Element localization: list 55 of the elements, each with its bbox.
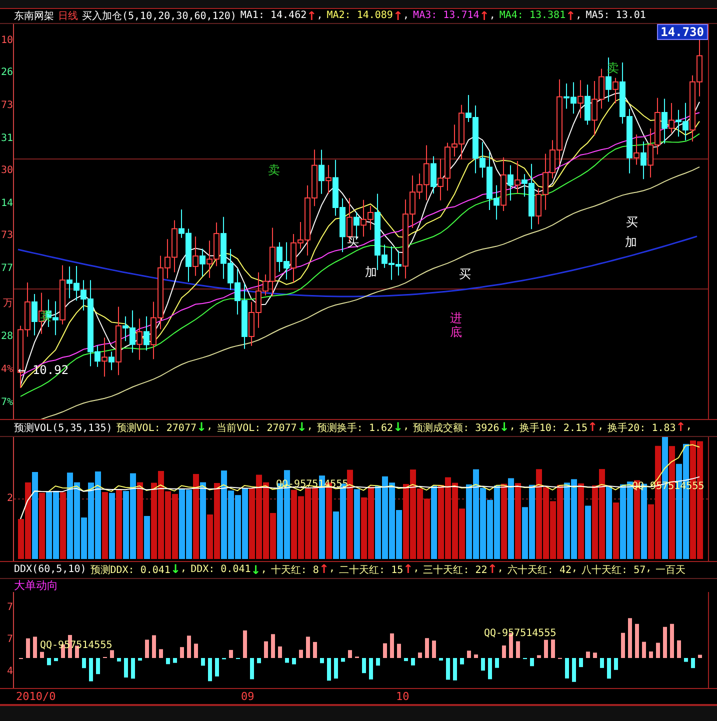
price-axis-label: 7% (0, 396, 13, 408)
stock-name: 东南网架 (14, 10, 54, 23)
indicator-name: 买入加仓(5,10,20,30,60,120) (82, 10, 236, 23)
signal-label: 底 (450, 324, 462, 339)
ddx-axis-label: 4 (6, 666, 13, 678)
ma-value: MA1: 14.462↑, (240, 10, 323, 22)
ma-value: MA4: 13.381↑, (499, 10, 582, 22)
price-axis-label: 31 (0, 132, 13, 144)
price-axis-label: 万 (3, 296, 13, 310)
indicator-value: 换手10: 2.15↑, (519, 420, 604, 435)
signal-label: 买 (347, 234, 359, 249)
indicator-value: 六十天红: 42, (507, 562, 578, 577)
price-axis-label: 4% (0, 364, 13, 376)
price-axis-label: 28 (0, 331, 13, 342)
signal-label: 进 (450, 310, 462, 325)
indicator-value: 三十天红: 22↑, (423, 562, 504, 577)
indicator-value: 二十天红: 15↑, (339, 562, 420, 577)
indicator-value: 十天红: 8↑, (270, 562, 336, 577)
signal-label: 加 (625, 234, 637, 249)
indicator-value: 换手20: 1.83↑, (608, 420, 692, 435)
indicator-value: DDX: 0.041↓, (190, 564, 267, 576)
ma-value: MA5: 13.01 (586, 10, 646, 22)
date-label: 2010/0 (16, 690, 57, 703)
signal-label: 卖 (40, 308, 52, 323)
price-axis-label: 77 (0, 263, 13, 274)
indicator-value: 预测VOL: 27077↓, (116, 420, 213, 435)
price-tag: 14.730 (656, 24, 708, 40)
signal-label: 买 (626, 214, 638, 229)
indicator-value: 一百天 (656, 564, 686, 577)
qq-label: QQ-957514555 (484, 628, 556, 639)
indicator-value: 八十天红: 57, (582, 562, 652, 577)
price-axis-label: 30 (0, 165, 13, 176)
price-axis-label: 14 (0, 198, 13, 209)
date-label: 10 (396, 690, 410, 703)
indicator-value: 预测成交额: 3926↓, (413, 420, 516, 435)
indicator-name: 预测VOL(5,35,135) (14, 422, 112, 435)
price-axis-label: 10 (0, 34, 13, 46)
indicator-value: 当前VOL: 27077↓, (216, 420, 313, 435)
date-label: 09 (241, 690, 256, 703)
signal-label: 加 (365, 264, 377, 279)
ddx-axis-label: 7 (6, 602, 13, 614)
volume-axis-label: 2 (6, 493, 13, 504)
price-axis-label: 73 (0, 230, 13, 242)
signal-label: 卖 (268, 162, 280, 177)
price-axis-label: 73 (0, 100, 13, 111)
period-label: 日线 (58, 10, 78, 23)
ddx-axis-label: 7 (6, 634, 13, 646)
indicator-value: 预测DDX: 0.041↓, (90, 562, 187, 577)
signal-label: 买 (459, 266, 471, 281)
indicator-subtitle: 大单动向 (14, 578, 58, 593)
ma-value: MA2: 14.089↑, (326, 10, 410, 22)
ma-value: MA3: 13.714↑, (413, 10, 496, 22)
indicator-value: 预测换手: 1.62↓, (316, 420, 410, 435)
indicator-name: DDX(60,5,10) (14, 564, 86, 576)
price-axis-label: 26 (0, 67, 13, 78)
